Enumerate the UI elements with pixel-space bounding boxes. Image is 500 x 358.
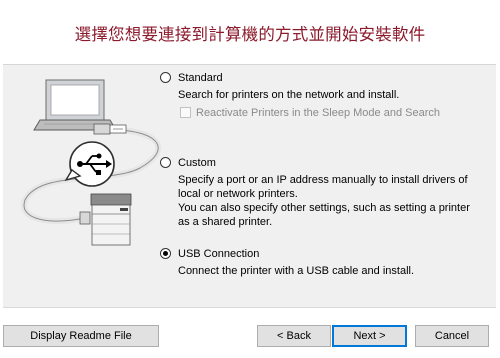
standard-label[interactable]: Standard xyxy=(178,72,223,84)
custom-label[interactable]: Custom xyxy=(178,157,216,169)
custom-description-line: local or network printers. xyxy=(178,188,298,200)
custom-description: Specify a port or an IP address manually… xyxy=(178,173,496,229)
reactivate-printers-label[interactable]: Reactivate Printers in the Sleep Mode an… xyxy=(196,107,440,119)
custom-radio[interactable] xyxy=(160,157,171,168)
reactivate-printers-checkbox[interactable] xyxy=(180,107,191,118)
cancel-button[interactable]: Cancel xyxy=(415,325,489,347)
usb-connection-description: Connect the printer with a USB cable and… xyxy=(178,265,415,277)
usb-plug-printer-icon xyxy=(79,211,91,225)
standard-description: Search for printers on the network and i… xyxy=(178,89,400,101)
standard-radio[interactable] xyxy=(160,72,171,83)
usb-plug-icon xyxy=(93,123,127,135)
custom-description-line: Specify a port or an IP address manually… xyxy=(178,174,468,186)
usb-connection-radio[interactable] xyxy=(160,248,171,259)
display-readme-button[interactable]: Display Readme File xyxy=(3,325,159,347)
printer-icon xyxy=(90,193,132,246)
usb-connection-label[interactable]: USB Connection xyxy=(178,248,259,260)
back-button[interactable]: < Back xyxy=(257,325,331,347)
custom-description-line: as a shared printer. xyxy=(178,216,273,228)
laptop-icon xyxy=(33,79,117,131)
next-button[interactable]: Next > xyxy=(332,325,407,347)
custom-description-line: You can also specify other settings, suc… xyxy=(178,202,470,214)
